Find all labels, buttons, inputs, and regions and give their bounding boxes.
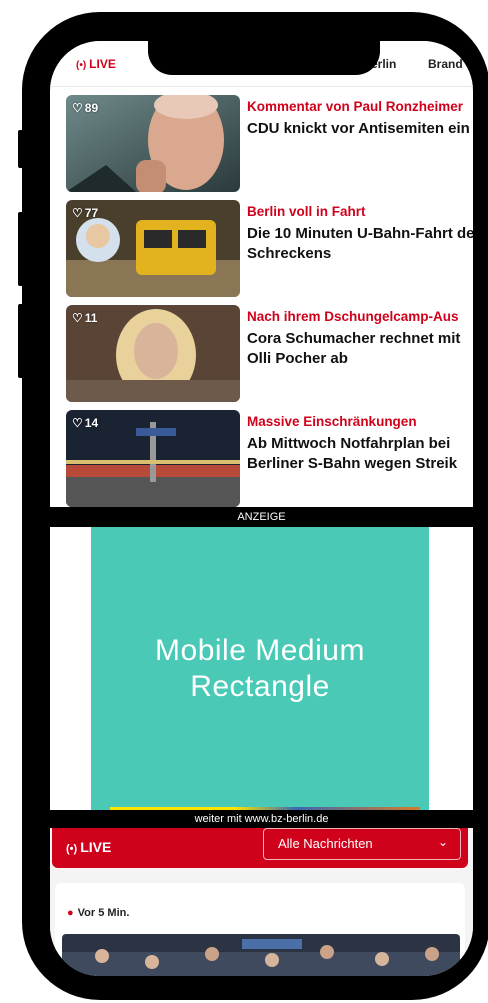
entry-timestamp: ● Vor 5 Min. — [67, 907, 129, 919]
comment-count-value: 89 — [84, 101, 99, 115]
comments-icon: ♡ — [72, 101, 83, 115]
comment-count-value: 77 — [84, 206, 99, 220]
ad-medium-rectangle[interactable]: Mobile Medium Rectangle — [91, 527, 429, 810]
nav-live-label: LIVE — [89, 57, 116, 71]
ad-label-bar: ANZEIGE — [50, 507, 473, 527]
article-thumbnail[interactable]: ♡ 11 — [66, 305, 240, 402]
entry-timestamp-value: Vor 5 Min. — [77, 907, 130, 919]
article-thumbnail[interactable]: ♡ 77 — [66, 200, 240, 297]
article-kicker: Nach ihrem Dschungelcamp-Aus — [247, 309, 459, 324]
article-headline[interactable]: Ab Mittwoch Notfahrplan bei Berliner S-B… — [247, 434, 473, 474]
live-broadcast-icon: (•) — [76, 60, 87, 71]
live-dot-icon: ● — [67, 907, 74, 919]
comment-count-value: 11 — [84, 311, 98, 325]
news-filter-value: Alle Nachrichten — [278, 836, 373, 851]
phone-notch — [148, 33, 380, 75]
live-ticker-entry[interactable]: ● Vor 5 Min. — [55, 883, 465, 976]
continue-bar[interactable]: weiter mit www.bz-berlin.de — [50, 810, 473, 828]
comments-icon: ♡ — [72, 206, 83, 220]
live-ticker-label-text: LIVE — [80, 839, 112, 855]
live-ticker-header: (•) LIVE Alle Nachrichten ⌄ — [52, 828, 468, 868]
comment-count: ♡ 14 — [72, 416, 98, 430]
live-broadcast-icon: (•) — [66, 843, 78, 855]
article-thumbnail[interactable]: ♡ 89 — [66, 95, 240, 192]
nav-tab-brandenburg[interactable]: Brand — [428, 57, 463, 71]
article-headline[interactable]: CDU knickt vor Antisemiten ein — [247, 119, 473, 139]
article-kicker: Kommentar von Paul Ronzheimer — [247, 99, 464, 114]
article-teaser[interactable]: ♡ 89 Kommentar von Paul Ronzheimer CDU kn… — [66, 95, 473, 192]
article-teaser[interactable]: ♡ 77 Berlin voll in Fahrt Die 10 Minuten … — [66, 200, 473, 297]
chevron-down-icon: ⌄ — [437, 835, 448, 849]
comment-count-value: 14 — [84, 416, 99, 430]
article-kicker: Massive Einschränkungen — [247, 414, 417, 429]
article-headline[interactable]: Die 10 Minuten U-Bahn-Fahrt des Schrecke… — [247, 224, 473, 264]
live-ticker-label: (•) LIVE — [66, 839, 111, 855]
article-teaser[interactable]: ♡ 14 Massive Einschränkungen Ab Mittwoch … — [66, 410, 473, 507]
article-thumbnail[interactable]: ♡ 14 — [66, 410, 240, 507]
ad-placeholder-text: Mobile Medium Rectangle — [155, 633, 365, 703]
comments-icon: ♡ — [72, 311, 83, 325]
page: (•) LIVE erlin Brand ♡ 89 Kommentar von … — [0, 0, 488, 1003]
phone-screen: (•) LIVE erlin Brand ♡ 89 Kommentar von … — [50, 41, 473, 976]
article-teaser[interactable]: ♡ 11 Nach ihrem Dschungelcamp-Aus Cora Sc… — [66, 305, 473, 402]
comment-count: ♡ 89 — [72, 101, 98, 115]
comments-icon: ♡ — [72, 416, 83, 430]
article-kicker: Berlin voll in Fahrt — [247, 204, 366, 219]
entry-image[interactable] — [62, 934, 460, 976]
comment-count: ♡ 11 — [72, 311, 97, 325]
article-headline[interactable]: Cora Schumacher rechnet mit Olli Pocher … — [247, 329, 473, 369]
comment-count: ♡ 77 — [72, 206, 98, 220]
nav-live-tab[interactable]: (•) LIVE — [76, 57, 116, 71]
news-filter-select[interactable]: Alle Nachrichten ⌄ — [263, 828, 461, 860]
